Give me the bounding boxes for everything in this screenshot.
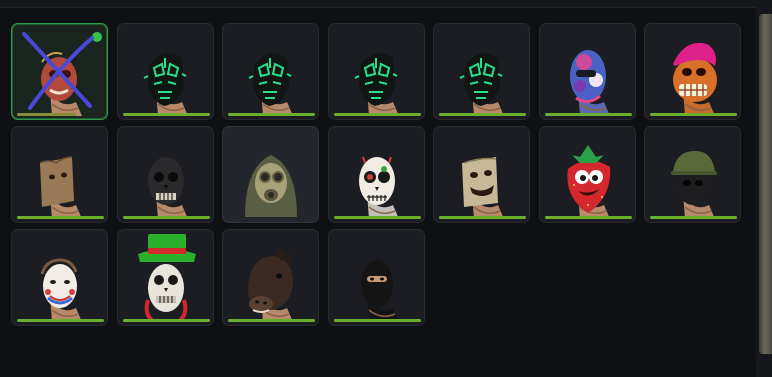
- inventory-item[interactable]: [538, 23, 636, 120]
- wear-bar: [439, 113, 526, 116]
- neon-green-tech-mask-icon: [143, 53, 188, 116]
- wear-bar: [544, 216, 632, 219]
- wear-bar: [650, 113, 737, 116]
- neon-green-tech-mask-icon: [248, 53, 293, 116]
- leprechaun-skull-mask-icon: [137, 234, 196, 322]
- inventory-item[interactable]: [433, 23, 530, 120]
- wear-bar: [650, 216, 737, 219]
- soldier-helmet-mask-icon: [671, 151, 717, 219]
- inventory-item[interactable]: [11, 23, 108, 120]
- wear-bar: [439, 216, 526, 219]
- paper-bag-mask-icon: [39, 156, 82, 219]
- wear-bar: [333, 319, 421, 322]
- inventory-item[interactable]: [644, 23, 741, 120]
- inventory-item[interactable]: [327, 229, 425, 326]
- inventory-item[interactable]: [222, 126, 319, 223]
- inventory-item[interactable]: [538, 126, 636, 223]
- neon-green-tech-mask-icon: [354, 53, 399, 116]
- inventory-item[interactable]: [327, 23, 425, 120]
- inventory-item[interactable]: [327, 126, 425, 223]
- sack-grin-mask-icon: [462, 157, 504, 219]
- top-toolbar: [0, 0, 756, 8]
- wear-bar: [17, 113, 77, 116]
- wear-bar: [122, 113, 210, 116]
- wear-bar: [17, 216, 104, 219]
- inventory-item[interactable]: [11, 126, 108, 223]
- sugar-skull-mask-icon: [358, 156, 399, 219]
- red-face-crossed-mask-icon: [22, 32, 102, 116]
- inventory-item[interactable]: [116, 229, 214, 326]
- wear-bar: [17, 319, 104, 322]
- neon-green-tech-mask-icon: [459, 53, 504, 116]
- black-skull-mask-icon: [147, 157, 188, 219]
- inventory-item[interactable]: [433, 126, 530, 223]
- scrollbar-thumb[interactable]: [759, 14, 772, 354]
- pink-hair-zombie-mask-icon: [673, 42, 717, 116]
- horse-head-mask-icon: [248, 250, 293, 322]
- wear-bar: [228, 319, 315, 322]
- clown-face-mask-icon: [40, 258, 82, 322]
- inventory-item[interactable]: [11, 229, 108, 326]
- inventory-item[interactable]: [644, 126, 741, 223]
- inventory-grid: [11, 23, 741, 326]
- wear-bar: [228, 113, 315, 116]
- inventory-item[interactable]: [116, 23, 214, 120]
- wear-bar: [122, 319, 210, 322]
- wear-bar: [544, 113, 632, 116]
- inventory-item[interactable]: [116, 126, 214, 223]
- black-balaclava-mask-icon: [360, 260, 399, 322]
- inventory-item[interactable]: [222, 229, 319, 326]
- inventory-item[interactable]: [222, 23, 319, 120]
- wear-bar: [333, 216, 421, 219]
- strawberry-mask-icon: [566, 145, 610, 219]
- tie-dye-balaclava-mask-icon: [569, 50, 610, 116]
- wear-bar: [333, 113, 421, 116]
- gas-mask-hood-icon: [245, 155, 297, 217]
- wear-bar: [122, 216, 210, 219]
